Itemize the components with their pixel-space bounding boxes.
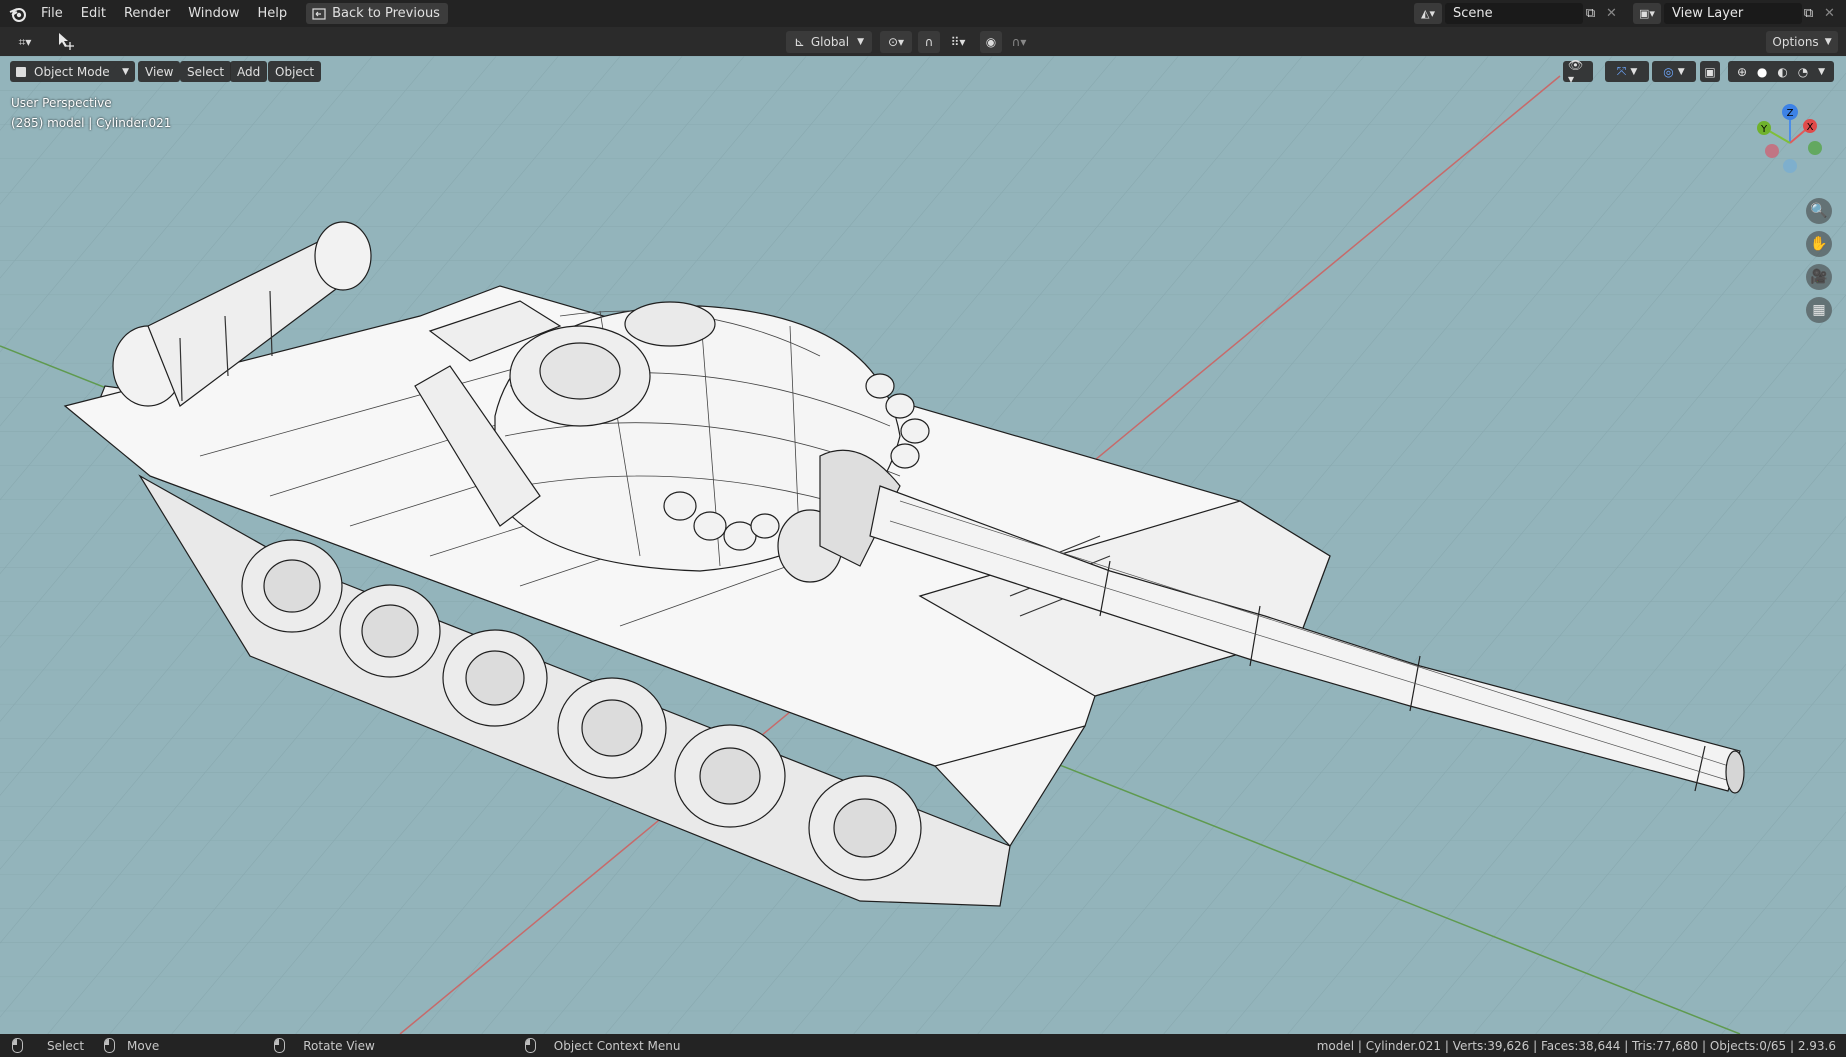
add-menu-label: Add (237, 64, 261, 79)
snap-target-dropdown[interactable]: ⠿▾ (942, 31, 974, 53)
chevron-down-icon: ▼ (1677, 66, 1685, 77)
menu-window[interactable]: Window (179, 0, 248, 27)
scene-statistics: model | Cylinder.021 | Verts:39,626 | Fa… (1316, 1038, 1836, 1053)
solid-shading-icon[interactable]: ● (1757, 65, 1767, 79)
chevron-down-icon: ▼ (1818, 66, 1826, 77)
object-menu-label: Object (275, 64, 315, 79)
scene-type-icon[interactable]: ◭▾ (1414, 3, 1442, 24)
select-menu-button[interactable]: Select (180, 61, 232, 82)
status-context-menu-label: Object Context Menu (553, 1038, 681, 1053)
gizmo-x-label: X (1807, 122, 1814, 133)
chevron-down-icon: ▼ (857, 37, 865, 47)
gizmo-neg-y[interactable] (1808, 141, 1822, 155)
tool-header: ⌗▾ ⊾ Global ▼ ⊙▾ ∩ ⠿▾ ◉ ∩▾ Options ▼ (0, 27, 1846, 57)
scene-name: Scene (1453, 6, 1493, 21)
orientation-icon: ⊾ (793, 34, 805, 50)
magnet-icon: ∩ (924, 35, 934, 49)
view-menu-button[interactable]: View (138, 61, 181, 82)
left-mouse-icon (12, 1038, 23, 1053)
camera-view-button[interactable]: 🎥 (1806, 264, 1832, 290)
perspective-toggle-button[interactable]: ▦ (1806, 297, 1832, 323)
pan-view-button[interactable]: ✋ (1806, 231, 1832, 257)
object-menu-button[interactable]: Object (268, 61, 322, 82)
object-visibility-toggle[interactable]: 👁▾ (1563, 58, 1593, 86)
proportional-edit-icon: ◉ (985, 35, 997, 49)
new-view-layer-icon[interactable]: ⧉ (1798, 3, 1819, 24)
scene-name-field[interactable]: Scene (1445, 3, 1583, 24)
fullscreen-back-icon (312, 7, 326, 20)
proportional-editing-toggle[interactable]: ◉ (980, 31, 1002, 53)
menu-render[interactable]: Render (115, 0, 179, 27)
pivot-point-dropdown[interactable]: ⊙▾ (880, 31, 912, 53)
xray-toggle[interactable]: ▣ (1700, 61, 1720, 82)
shading-mode-group[interactable]: ⊕ ● ◐ ◔ ▼ (1728, 61, 1834, 82)
wireframe-shading-icon[interactable]: ⊕ (1737, 65, 1747, 79)
orientation-label: Global (810, 35, 850, 49)
snap-grid-icon: ⠿▾ (950, 35, 966, 49)
chevron-down-icon: ▼ (1630, 66, 1638, 77)
editor-type-icon: ⌗▾ (18, 34, 32, 49)
object-mode-label: Object Mode (34, 64, 110, 79)
view-layer-name: View Layer (1672, 6, 1744, 21)
transform-orientation-dropdown[interactable]: ⊾ Global ▼ (786, 31, 872, 53)
cursor-move-tool-icon (59, 33, 74, 50)
gizmo-y-label: Y (1760, 124, 1768, 135)
menu-help[interactable]: Help (249, 0, 297, 27)
middle-mouse-icon (104, 1038, 116, 1053)
object-mode-icon (16, 66, 26, 77)
material-shading-icon[interactable]: ◐ (1777, 65, 1787, 79)
view-menu-label: View (145, 64, 174, 79)
falloff-curve-icon: ∩▾ (1011, 35, 1027, 49)
gizmo-toggle[interactable]: ⤧ ▼ (1605, 61, 1649, 82)
gizmo-z-label: Z (1787, 108, 1794, 119)
xray-icon: ▣ (1704, 64, 1716, 79)
view-layer-type-icon[interactable]: ▣▾ (1633, 3, 1661, 24)
gizmo-neg-z[interactable] (1783, 159, 1797, 173)
snap-toggle[interactable]: ∩ (918, 31, 940, 53)
status-rotate-label: Rotate View (303, 1038, 375, 1053)
new-scene-icon[interactable]: ⧉ (1580, 3, 1601, 24)
status-move-label: Move (127, 1038, 160, 1053)
back-to-previous-button[interactable]: Back to Previous (306, 3, 448, 24)
camera-icon: 🎥 (1810, 269, 1828, 285)
object-mode-dropdown[interactable]: Object Mode ▼ (10, 61, 135, 82)
middle-mouse-rotate-icon (274, 1038, 286, 1053)
remove-scene-icon[interactable]: ✕ (1601, 3, 1622, 24)
overlays-icon: ◎ (1663, 64, 1674, 79)
gizmo-neg-x[interactable] (1765, 144, 1779, 158)
zoom-view-button[interactable]: 🔍 (1806, 198, 1832, 224)
3d-viewport[interactable]: Object Mode ▼ View Select Add Object 👁▾ … (0, 56, 1846, 1034)
rendered-shading-icon[interactable]: ◔ (1798, 65, 1808, 79)
options-label: Options (1772, 35, 1819, 49)
remove-view-layer-icon[interactable]: ✕ (1819, 3, 1840, 24)
editor-type-button[interactable]: ⌗▾ (8, 31, 42, 53)
hand-icon: ✋ (1810, 236, 1828, 252)
back-to-previous-label: Back to Previous (332, 6, 440, 21)
menu-edit[interactable]: Edit (72, 0, 115, 27)
right-mouse-icon (524, 1038, 536, 1053)
view-layer-name-field[interactable]: View Layer (1664, 3, 1802, 24)
blender-logo-icon[interactable] (8, 4, 28, 24)
select-menu-label: Select (187, 64, 225, 79)
options-dropdown[interactable]: Options ▼ (1766, 31, 1838, 53)
status-select-label: Select (47, 1038, 85, 1053)
chevron-down-icon: ▼ (1824, 37, 1832, 47)
navigation-gizmo[interactable]: Z X Y (1745, 98, 1835, 188)
gizmo-icon: ⤧ (1616, 64, 1627, 78)
chevron-down-icon: ▼ (122, 66, 129, 77)
zoom-icon: 🔍 (1810, 203, 1828, 219)
overlays-toggle[interactable]: ◎ ▼ (1652, 61, 1696, 82)
falloff-dropdown[interactable]: ∩▾ (1004, 31, 1034, 53)
status-bar: Select Move Rotate View Object Context M… (0, 1034, 1846, 1057)
perspective-label: User Perspective (11, 96, 112, 110)
menu-file[interactable]: File (32, 0, 72, 27)
active-object-label: (285) model | Cylinder.021 (11, 116, 172, 130)
eye-icon: 👁▾ (1568, 57, 1584, 86)
grid-icon: ▦ (1812, 302, 1826, 318)
add-menu-button[interactable]: Add (230, 61, 268, 82)
pivot-point-icon: ⊙▾ (887, 35, 905, 49)
viewport-scene (0, 56, 1846, 1034)
tool-selector-button[interactable] (54, 30, 78, 52)
